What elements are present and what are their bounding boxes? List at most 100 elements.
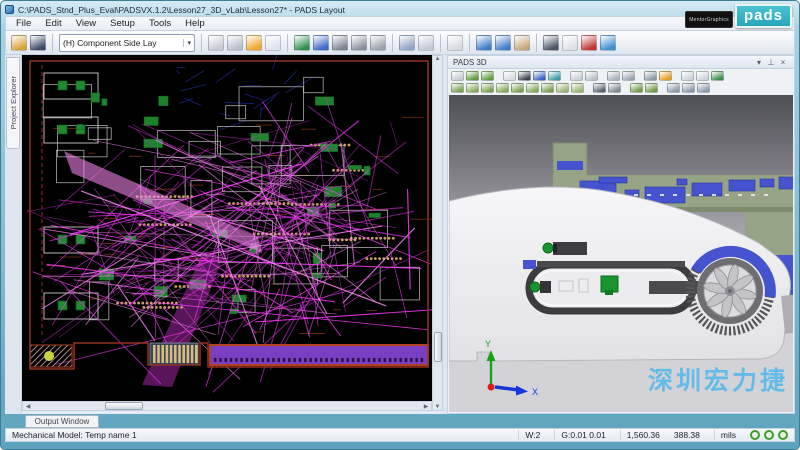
- status-indicator-3[interactable]: [778, 430, 788, 440]
- hscroll-thumb[interactable]: [105, 402, 143, 410]
- drc-red-icon[interactable]: [581, 35, 597, 51]
- view-back-icon[interactable]: [556, 83, 569, 93]
- view3d-blue-icon[interactable]: [600, 35, 616, 51]
- menubar: FileEditViewSetupToolsHelp: [5, 16, 795, 30]
- warning-icon[interactable]: [659, 71, 672, 81]
- grid-dots-icon[interactable]: [593, 83, 606, 93]
- menu-view[interactable]: View: [70, 17, 102, 30]
- scroll-right-icon[interactable]: ▶: [421, 403, 431, 410]
- main-area: Project Explorer ◀ ▶ ▲ ▼ PADS 3D ▾⊥× Y X: [5, 55, 795, 414]
- view-left-icon[interactable]: [511, 83, 524, 93]
- open-icon[interactable]: [11, 35, 27, 51]
- step-fwd-icon[interactable]: [697, 83, 710, 93]
- box-blue-icon[interactable]: [533, 71, 546, 81]
- project-explorer-tab[interactable]: Project Explorer: [6, 57, 20, 149]
- menu-setup[interactable]: Setup: [104, 17, 141, 30]
- panel-close-icon[interactable]: ×: [777, 58, 789, 67]
- status-coord-y: 388.38: [674, 430, 706, 440]
- grid-blue-icon[interactable]: [313, 35, 329, 51]
- scroll-up-icon[interactable]: ▲: [433, 56, 442, 62]
- vscroll-thumb[interactable]: [434, 332, 442, 362]
- status-coord-x: 1,560.36: [620, 430, 666, 440]
- orbit-green-icon[interactable]: [466, 71, 479, 81]
- export-icon[interactable]: [208, 35, 224, 51]
- pads-logo: pads: [735, 4, 792, 28]
- vertical-scrollbar[interactable]: ▲ ▼: [432, 55, 443, 411]
- view-top-icon[interactable]: [481, 83, 494, 93]
- status-indicator-1[interactable]: [750, 430, 760, 440]
- filter-b-icon[interactable]: [495, 35, 511, 51]
- layers-photo-icon[interactable]: [332, 35, 348, 51]
- view-right-icon[interactable]: [526, 83, 539, 93]
- status-model-text: Mechanical Model: Temp name 1: [12, 430, 137, 440]
- zoom-fit-3d-icon[interactable]: [585, 71, 598, 81]
- left-dock-strip: Project Explorer: [5, 55, 22, 414]
- pcb-2d-canvas[interactable]: [22, 55, 432, 401]
- app-window: C:\PADS_Stnd_Plus_Eval\PADSVX.1.2\Lesson…: [0, 0, 800, 450]
- sheet-icon[interactable]: [562, 35, 578, 51]
- save-icon[interactable]: [30, 35, 46, 51]
- rotate-ccw-icon[interactable]: [630, 83, 643, 93]
- output-window-label: Output Window: [35, 417, 90, 426]
- undo-icon[interactable]: [399, 35, 415, 51]
- snap-icon[interactable]: [622, 71, 635, 81]
- statusbar: Mechanical Model: Temp name 1 W:2 G:0.01…: [5, 428, 795, 442]
- layer-selector-value: (H) Component Side Lay: [63, 38, 157, 48]
- horizontal-scrollbar[interactable]: ◀ ▶: [22, 401, 432, 411]
- box-teal-icon[interactable]: [548, 71, 561, 81]
- view-custom-icon[interactable]: [571, 83, 584, 93]
- brush-icon[interactable]: [514, 35, 530, 51]
- mirror-icon[interactable]: [644, 71, 657, 81]
- zoom-icon[interactable]: [447, 35, 463, 51]
- app-icon: [5, 5, 14, 14]
- status-width: W:2: [518, 430, 546, 440]
- window-title: C:\PADS_Stnd_Plus_Eval\PADSVX.1.2\Lesson…: [18, 5, 345, 15]
- pads-3d-titlebar[interactable]: PADS 3D ▾⊥×: [448, 56, 794, 69]
- view-iso-1-icon[interactable]: [451, 83, 464, 93]
- zoom-in-3d-icon[interactable]: [570, 71, 583, 81]
- select-3d-icon[interactable]: [451, 71, 464, 81]
- redo-icon[interactable]: [418, 35, 434, 51]
- titlebar[interactable]: C:\PADS_Stnd_Plus_Eval\PADSVX.1.2\Lesson…: [5, 3, 795, 16]
- panel-pin-icon[interactable]: ⊥: [765, 58, 777, 67]
- view-front-icon[interactable]: [541, 83, 554, 93]
- board-view-icon[interactable]: [503, 71, 516, 81]
- fit-board-green-icon[interactable]: [294, 35, 310, 51]
- pcb-layout-drawing: [22, 55, 432, 401]
- rotate-cw-icon[interactable]: [645, 83, 658, 93]
- view-bottom-icon[interactable]: [496, 83, 509, 93]
- filter-a-icon[interactable]: [476, 35, 492, 51]
- svg-text:X: X: [532, 387, 538, 397]
- output-window-tab[interactable]: Output Window: [25, 415, 99, 428]
- globe-green-icon[interactable]: [711, 71, 724, 81]
- route-icon[interactable]: [351, 35, 367, 51]
- view-iso-2-icon[interactable]: [466, 83, 479, 93]
- watermark-text: 深圳宏力捷: [648, 361, 788, 397]
- scroll-down-icon[interactable]: ▼: [433, 404, 442, 410]
- component-icon[interactable]: [370, 35, 386, 51]
- pcb-dark-icon[interactable]: [518, 71, 531, 81]
- cursor-3d-icon[interactable]: [608, 83, 621, 93]
- scroll-left-icon[interactable]: ◀: [23, 403, 33, 410]
- menu-tools[interactable]: Tools: [143, 17, 177, 30]
- chevron-down-icon[interactable]: ▾: [183, 39, 191, 47]
- status-indicator-2[interactable]: [764, 430, 774, 440]
- step-mid-icon[interactable]: [682, 83, 695, 93]
- menu-edit[interactable]: Edit: [39, 17, 67, 30]
- menu-help[interactable]: Help: [179, 17, 211, 30]
- refresh-icon[interactable]: [227, 35, 243, 51]
- pan-green-icon[interactable]: [481, 71, 494, 81]
- schedule-orange-icon[interactable]: [246, 35, 262, 51]
- step-back-icon[interactable]: [667, 83, 680, 93]
- panel-minimize-icon[interactable]: ▾: [753, 58, 765, 67]
- main-toolbar: (H) Component Side Lay ▾: [5, 30, 795, 55]
- measure-icon[interactable]: [607, 71, 620, 81]
- note-icon[interactable]: [681, 71, 694, 81]
- schedule-icon[interactable]: [265, 35, 281, 51]
- pads-3d-toolbar: [448, 69, 794, 95]
- menu-file[interactable]: File: [10, 17, 37, 30]
- svg-text:Y: Y: [485, 339, 491, 349]
- doc-icon[interactable]: [696, 71, 709, 81]
- layer-selector-dropdown[interactable]: (H) Component Side Lay ▾: [59, 34, 195, 52]
- window-dark-icon[interactable]: [543, 35, 559, 51]
